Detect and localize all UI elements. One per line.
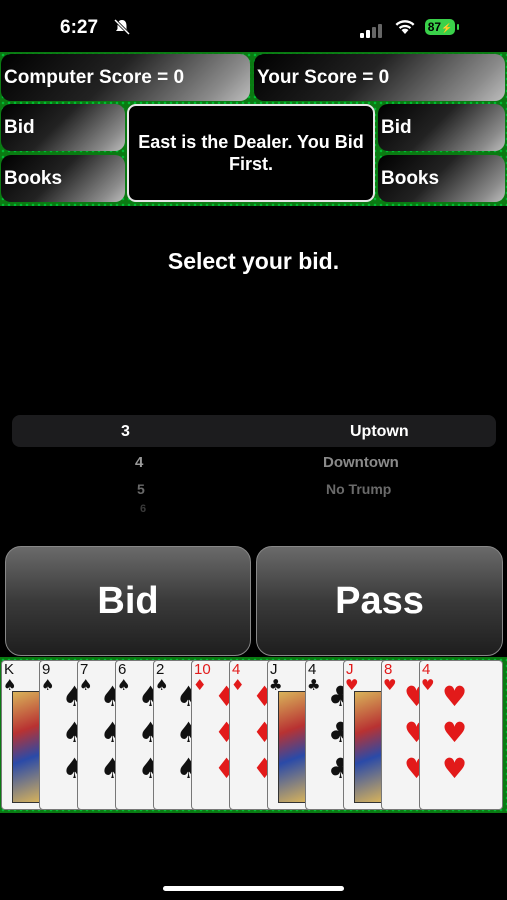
computer-books: Books [1, 155, 125, 202]
dealer-message-text: East is the Dealer. You Bid First. [138, 132, 364, 174]
battery-level: 87 [427, 20, 442, 34]
picker-mode-option[interactable]: Downtown [323, 454, 399, 471]
card-suit-icon: ♦ [231, 676, 245, 694]
clock: 6:27 [60, 17, 99, 38]
card-pip-icon: ♥ [442, 716, 468, 749]
card-pip-icon: ♥ [442, 680, 468, 713]
card-suit-icon: ♥ [383, 676, 397, 694]
battery-indicator: 87⚡ [425, 19, 455, 35]
bid-prompt: Select your bid. [167, 248, 340, 274]
computer-books-label: Books [4, 167, 63, 189]
home-indicator[interactable] [163, 886, 344, 891]
card-suit-icon: ♠ [79, 676, 93, 694]
card-suit-icon: ♠ [117, 676, 131, 694]
dealer-message: East is the Dealer. You Bid First. [127, 104, 375, 202]
your-bid: Bid [378, 104, 505, 151]
picker-mode-option[interactable]: Uptown [350, 423, 409, 441]
card-pip-icon: ♥ [442, 752, 468, 785]
your-bid-label: Bid [381, 116, 412, 138]
your-books-label: Books [381, 167, 440, 189]
card-suit-icon: ♠ [41, 676, 55, 694]
computer-bid-label: Bid [4, 116, 35, 138]
battery-tip [457, 24, 459, 30]
picker-selection-band [12, 415, 496, 447]
bid-button[interactable]: Bid [5, 546, 251, 656]
picker-number-option[interactable]: 6 [140, 503, 146, 515]
cellular-signal-icon [360, 20, 384, 38]
card-suit-icon: ♠ [155, 676, 169, 694]
picker-number-option[interactable]: 3 [121, 423, 130, 441]
computer-bid: Bid [1, 104, 125, 151]
card-suit-icon: ♣ [307, 676, 321, 694]
picker-mode-option[interactable]: No Trump [326, 481, 391, 497]
playing-card[interactable]: 4 ♥ ♥ ♥ ♥ [419, 660, 503, 810]
status-bar: 6:27 87⚡ [0, 0, 507, 52]
card-suit-icon: ♦ [193, 676, 207, 694]
computer-score-label: Computer Score = 0 [4, 66, 185, 88]
face-card-art [278, 691, 308, 803]
face-card-art [354, 691, 384, 803]
pass-button-label: Pass [335, 579, 424, 622]
bid-button-label: Bid [97, 579, 159, 622]
silent-bell-icon [113, 18, 131, 36]
wifi-icon [395, 20, 415, 34]
your-books: Books [378, 155, 505, 202]
your-score-label: Your Score = 0 [257, 66, 390, 88]
pass-button[interactable]: Pass [256, 546, 503, 656]
card-suit-icon: ♥ [421, 676, 435, 694]
picker-number-option[interactable]: 4 [135, 454, 143, 471]
face-card-art [12, 691, 42, 803]
picker-number-option[interactable]: 5 [137, 481, 145, 497]
computer-score: Computer Score = 0 [1, 54, 250, 101]
your-score: Your Score = 0 [254, 54, 505, 101]
